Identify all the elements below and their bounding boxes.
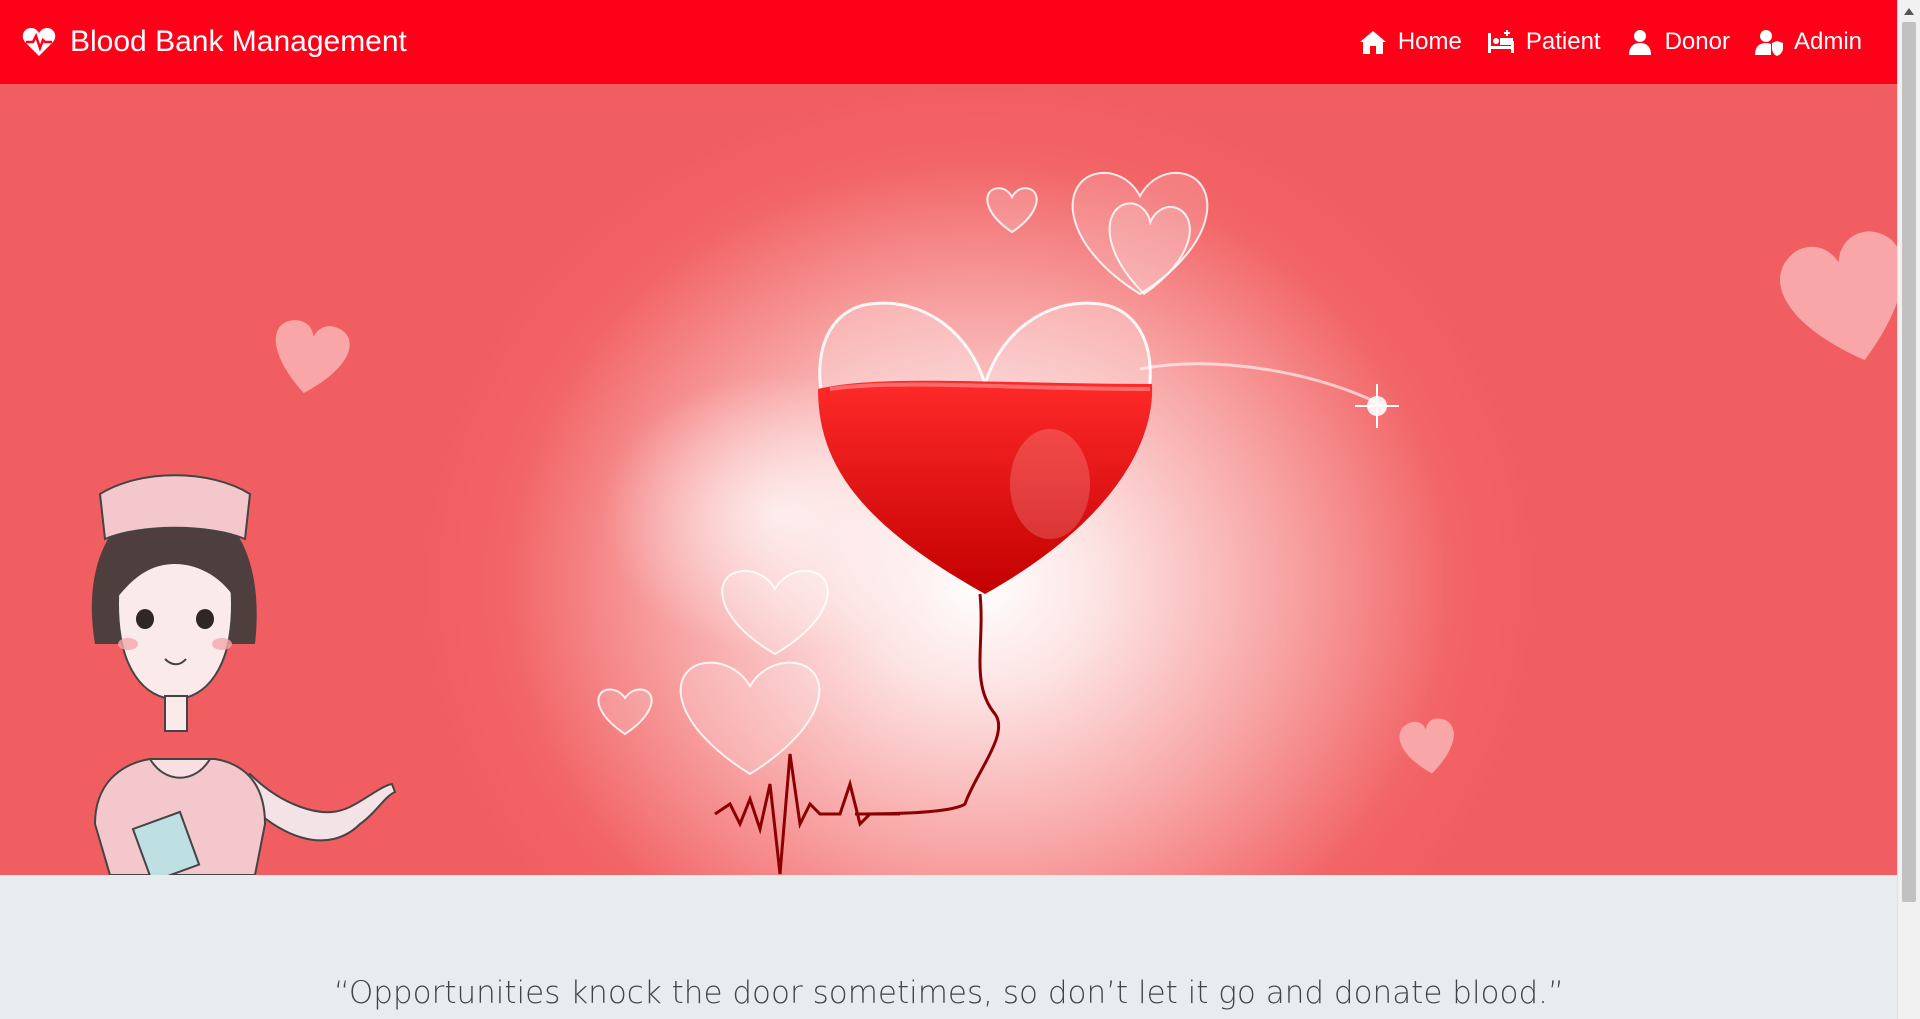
hero-banner [0, 84, 1898, 875]
nav-links: Home Patient Donor Admin [1334, 27, 1862, 57]
hero-illustration [91, 171, 1898, 875]
nav-patient[interactable]: Patient [1486, 27, 1601, 57]
nav-donor[interactable]: Donor [1625, 27, 1730, 57]
bed-icon [1487, 30, 1514, 53]
user-shield-icon [1754, 30, 1783, 56]
heartbeat-icon [22, 28, 56, 56]
scroll-thumb[interactable] [1902, 22, 1916, 902]
nurse-illustration [91, 474, 397, 875]
brand-title: Blood Bank Management [70, 25, 407, 58]
bubble-heart-icon [1071, 171, 1209, 296]
bubble-heart-icon [597, 688, 653, 736]
home-icon [1359, 31, 1386, 54]
heart-right-icon [1780, 231, 1898, 361]
nav-home-label: Home [1397, 28, 1462, 55]
nav-home[interactable]: Home [1358, 27, 1462, 57]
nav-patient-label: Patient [1525, 28, 1601, 55]
brand-link[interactable]: Blood Bank Management [22, 25, 407, 59]
nav-admin-label: Admin [1793, 28, 1862, 55]
heart-small-icon [1399, 718, 1454, 774]
bubble-heart-icon [679, 661, 821, 776]
heartbeat-line-icon [714, 753, 900, 875]
nav-donor-label: Donor [1664, 28, 1730, 55]
user-icon [1628, 30, 1651, 55]
scroll-up-arrow-icon[interactable] [1904, 8, 1914, 15]
vertical-scrollbar[interactable] [1897, 0, 1920, 1019]
sparkle-icon [1355, 384, 1399, 428]
heart-left-icon [275, 320, 350, 394]
nav-admin[interactable]: Admin [1754, 27, 1862, 57]
donation-quote: “Opportunities knock the door sometimes,… [333, 975, 1565, 1011]
navbar: Blood Bank Management Home Patient Donor… [0, 0, 1898, 84]
bubble-heart-icon [986, 187, 1038, 234]
quote-section: “Opportunities knock the door sometimes,… [0, 875, 1898, 1019]
